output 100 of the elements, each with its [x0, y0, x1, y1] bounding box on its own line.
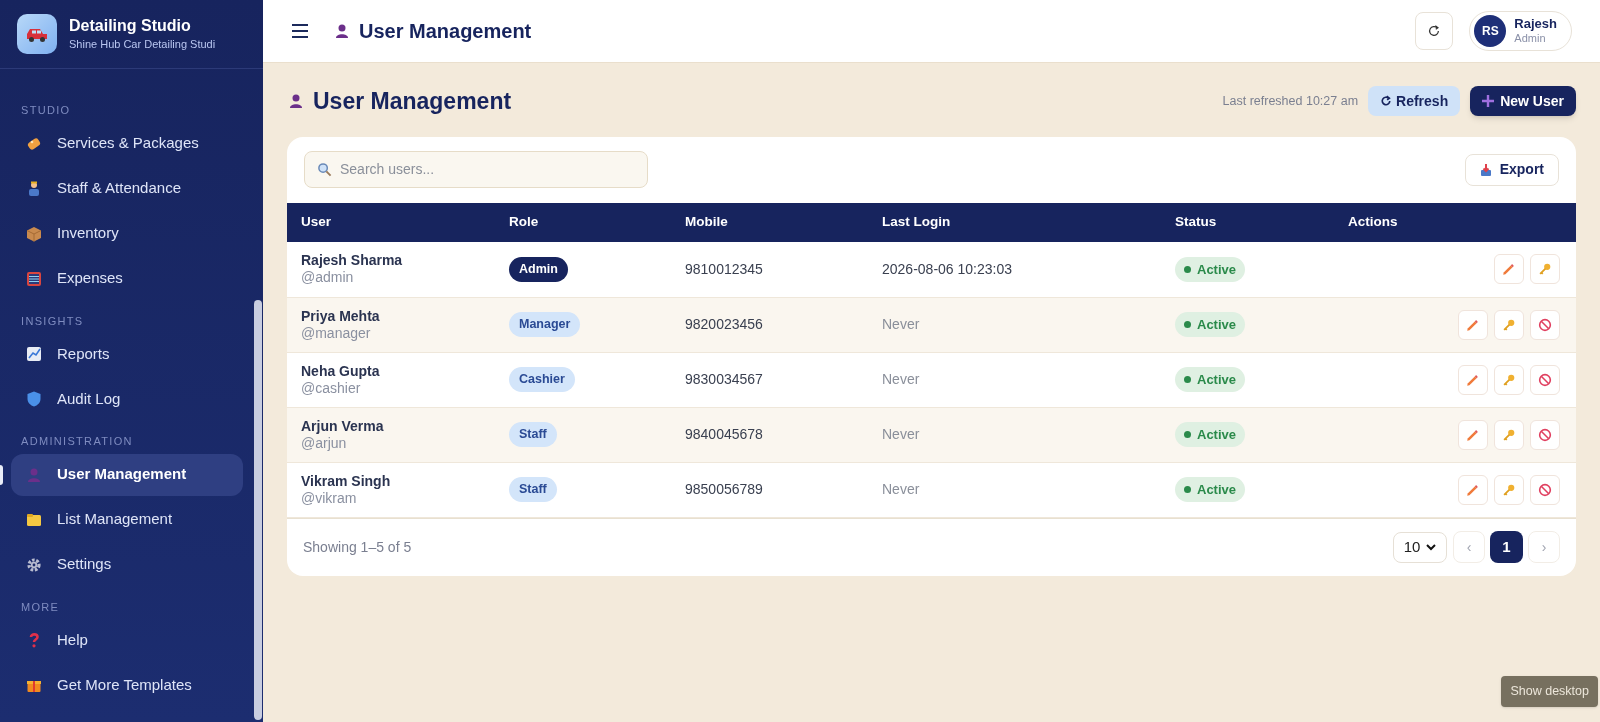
section-label: ADMINISTRATION	[20, 434, 134, 449]
page-title: User Management	[313, 86, 512, 116]
status-tag: Active	[1175, 476, 1246, 503]
export-button[interactable]: Export	[1464, 153, 1559, 186]
role-tag: Manager	[509, 312, 581, 337]
last-login: Never	[882, 316, 920, 332]
status-tag: Active	[1175, 256, 1246, 282]
status-tag: Active	[1175, 366, 1246, 393]
column-header: User	[301, 214, 332, 230]
disable-button[interactable]	[1530, 309, 1560, 340]
status-tag: Active	[1175, 421, 1246, 448]
menu-icon[interactable]	[291, 23, 309, 39]
person-icon	[287, 92, 305, 110]
user-role: Admin	[1514, 31, 1547, 45]
refresh-icon	[1380, 95, 1393, 107]
reset-password-button[interactable]	[1494, 419, 1524, 450]
mobile: 9830034567	[685, 371, 763, 387]
chevron-down-icon	[1426, 543, 1437, 551]
sidebar-item[interactable]: Settings	[11, 543, 243, 586]
page-size-select[interactable]: 10	[1393, 531, 1447, 563]
search-box[interactable]: Search users...	[304, 151, 648, 188]
search-field[interactable]: Search users...	[340, 159, 635, 180]
reset-password-button[interactable]	[1530, 254, 1560, 285]
block-icon	[1537, 316, 1553, 333]
sidebar-item[interactable]: Help	[11, 619, 243, 661]
refresh-icon	[1427, 24, 1442, 38]
chart-icon	[25, 345, 43, 363]
last-login: 2026-08-06 10:23:03	[882, 260, 1012, 277]
username: @admin	[301, 269, 355, 287]
person-icon	[333, 22, 351, 40]
shield-icon	[25, 390, 43, 408]
edit-button[interactable]	[1458, 419, 1488, 450]
section-label: STUDIO	[20, 103, 72, 118]
sidebar-item[interactable]: Get More Templates	[11, 664, 243, 706]
user-name: Neha Gupta	[301, 362, 381, 380]
disable-button[interactable]	[1530, 474, 1560, 505]
role-tag: Admin	[509, 256, 568, 282]
sidebar-item[interactable]: Inventory	[11, 212, 243, 255]
username: @vikram	[301, 489, 358, 507]
topbar-title: User Management	[359, 19, 532, 44]
reset-password-button[interactable]	[1494, 309, 1524, 340]
username: @cashier	[301, 379, 362, 397]
sidebar-item[interactable]: Staff & Attendance	[11, 167, 243, 210]
last-login: Never	[882, 371, 920, 387]
plus-icon	[1482, 95, 1495, 107]
sidebar-item[interactable]: Reports	[11, 333, 243, 375]
user-name: Vikram Singh	[301, 472, 392, 490]
block-icon	[1537, 371, 1553, 388]
download-tray-icon	[1479, 162, 1492, 177]
last-login: Never	[882, 426, 920, 442]
user-name: Priya Mehta	[301, 307, 381, 325]
last-login: Never	[882, 481, 920, 497]
role-tag: Staff	[509, 422, 557, 447]
mobile: 9840045678	[685, 426, 763, 442]
page-button[interactable]: 1	[1490, 531, 1523, 563]
block-icon	[1537, 426, 1553, 443]
edit-button[interactable]	[1458, 364, 1488, 395]
pagination-summary: Showing 1–5 of 5	[303, 537, 412, 557]
edit-button[interactable]	[1458, 474, 1488, 505]
edit-button[interactable]	[1494, 254, 1524, 285]
user-name: Arjun Verma	[301, 417, 385, 435]
status-tag: Active	[1175, 311, 1246, 338]
section-label: MORE	[20, 599, 61, 615]
brand-title: Detailing Studio	[69, 16, 192, 36]
user-name: Rajesh Sharma	[301, 252, 404, 270]
sidebar-item[interactable]: Services & Packages	[11, 122, 243, 165]
mobile: 9850056789	[685, 481, 763, 497]
username: @arjun	[301, 434, 348, 452]
sidebar-item[interactable]: Expenses	[11, 257, 243, 300]
search-icon	[317, 162, 332, 177]
column-header: Actions	[1348, 214, 1398, 230]
last-refreshed: Last refreshed 10:27 am	[1222, 92, 1359, 110]
column-header: Role	[509, 214, 539, 230]
role-tag: Staff	[509, 477, 557, 502]
reset-password-button[interactable]	[1494, 364, 1524, 395]
mobile: 9810012345	[685, 260, 763, 277]
refresh-button[interactable]: Refresh	[1368, 86, 1461, 116]
reset-password-button[interactable]	[1494, 474, 1524, 505]
user-name: Rajesh	[1514, 17, 1557, 31]
sidebar-item[interactable]: Audit Log	[11, 378, 243, 420]
column-header: Last Login	[882, 214, 951, 230]
tooltip: Show desktop	[1501, 676, 1598, 707]
active-indicator	[0, 464, 3, 485]
refresh-button[interactable]	[1415, 12, 1454, 50]
edit-button[interactable]	[1458, 309, 1488, 340]
disable-button[interactable]	[1530, 364, 1560, 395]
disable-button[interactable]	[1530, 419, 1560, 450]
new-user-button[interactable]: New User	[1470, 86, 1576, 116]
sidebar-item[interactable]: List Management	[11, 498, 243, 541]
column-header: Mobile	[685, 214, 728, 230]
role-tag: Cashier	[509, 367, 575, 392]
avatar: RS	[1474, 15, 1507, 47]
pencil-icon	[1501, 261, 1517, 278]
section-label: INSIGHTS	[20, 313, 85, 329]
column-header: Status	[1175, 214, 1217, 230]
box-icon	[25, 224, 43, 243]
mobile: 9820023456	[685, 316, 763, 332]
settings-icon	[25, 555, 43, 574]
username: @manager	[301, 324, 372, 342]
brand-subtitle: Shine Hub Car Detailing Studi	[69, 37, 216, 52]
